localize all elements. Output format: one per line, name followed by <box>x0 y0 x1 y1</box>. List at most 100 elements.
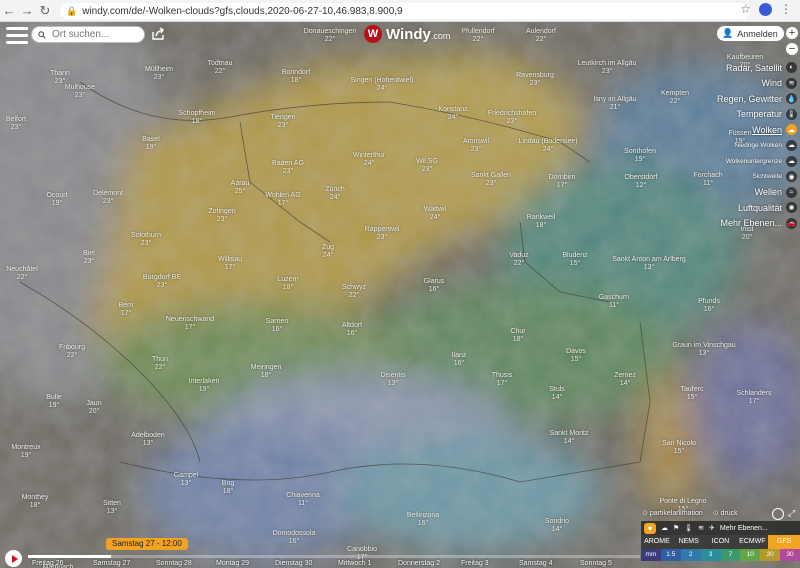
city-label[interactable]: Gaschurn 11° <box>599 294 629 310</box>
layer-item[interactable]: Niedrige Wolken ☁ <box>686 138 800 153</box>
flag-icon[interactable]: ⚑ <box>673 524 679 532</box>
city-label[interactable]: Sondrio 14° <box>545 518 569 534</box>
city-label[interactable]: Interlaken 19° <box>189 378 220 394</box>
city-label[interactable]: Todtnau 22° <box>208 60 233 76</box>
city-label[interactable]: Zug 24° <box>322 244 334 260</box>
city-label[interactable]: Biel 23° <box>83 250 95 266</box>
city-label[interactable]: Pfunds 16° <box>698 298 720 314</box>
layer-item[interactable]: Wolkenuntergrenze ☁ <box>686 154 800 169</box>
timeline-track[interactable] <box>28 555 640 558</box>
cloud-icon[interactable]: ☁ <box>661 524 668 532</box>
city-label[interactable]: Bern 17° <box>119 302 134 318</box>
particle-animation-toggle[interactable]: ⊙ partikelanimation <box>642 509 703 517</box>
city-label[interactable]: Wil SG 23° <box>416 158 438 174</box>
city-label[interactable]: Dornbirn 17° <box>549 174 576 190</box>
city-label[interactable]: Singen (Hohentwiel) 24° <box>350 77 413 93</box>
browser-menu-icon[interactable]: ⋮ <box>780 2 792 16</box>
login-button[interactable]: 👤 Anmelden <box>717 26 784 41</box>
city-label[interactable]: Mulhouse 23° <box>65 84 95 100</box>
city-label[interactable]: Monthey 18° <box>22 494 49 510</box>
wind-icon[interactable]: ≋ <box>698 524 704 532</box>
city-label[interactable]: Zürich 24° <box>325 186 344 202</box>
city-label[interactable]: Sarnen 16° <box>266 318 289 334</box>
favorite-icon[interactable]: ♥ <box>644 522 656 534</box>
city-label[interactable]: Burgdorf BE 23° <box>143 274 181 290</box>
city-label[interactable]: Schlanders 17° <box>736 390 771 406</box>
back-icon[interactable]: ← <box>0 0 18 22</box>
zoom-out-button[interactable]: − <box>786 43 798 55</box>
layer-item[interactable]: Wind ≋ <box>686 76 800 91</box>
layer-item[interactable]: Sichtweite ◉ <box>686 169 800 184</box>
city-label[interactable]: Sankt Gallen 23° <box>471 172 511 188</box>
city-label[interactable]: Ravensburg 23° <box>516 72 554 88</box>
temperature-icon[interactable]: 🌡 <box>684 524 693 532</box>
city-label[interactable]: Thusis 17° <box>492 372 513 388</box>
timeline-day[interactable]: Sonntag 28 <box>156 560 192 567</box>
city-label[interactable]: Basel 19° <box>142 136 160 152</box>
city-label[interactable]: Meiringen 18° <box>251 364 282 380</box>
city-label[interactable]: Vaduz 22° <box>509 252 528 268</box>
bookmark-star-icon[interactable]: ☆ <box>740 2 751 16</box>
reload-icon[interactable]: ↻ <box>36 0 54 22</box>
model-option[interactable]: NEMS <box>673 535 705 549</box>
city-label[interactable]: Aulendorf 22° <box>526 28 556 44</box>
city-label[interactable]: Winterthur 24° <box>353 152 385 168</box>
pressure-toggle[interactable]: ⊙ druck <box>713 509 738 517</box>
city-label[interactable]: Donaueschingen 22° <box>304 28 357 44</box>
city-label[interactable]: Zernez 14° <box>614 372 636 388</box>
city-label[interactable]: Graun im Vinschgau 13° <box>672 342 735 358</box>
city-label[interactable]: Altdorf 16° <box>342 322 362 338</box>
timeline-day[interactable]: Freitag 3 <box>461 560 489 567</box>
share-icon[interactable] <box>151 27 165 41</box>
city-label[interactable]: Wohlen AG 17° <box>265 192 300 208</box>
city-label[interactable]: Aarau 25° <box>231 180 250 196</box>
profile-avatar[interactable] <box>759 2 772 16</box>
city-label[interactable]: Sankt Anton am Arlberg 13° <box>612 256 686 272</box>
city-label[interactable]: Davos 15° <box>566 348 586 364</box>
city-label[interactable]: Amriswil 23° <box>463 138 489 154</box>
city-label[interactable]: Lindau (Bodensee) 24° <box>518 138 577 154</box>
city-label[interactable]: Kempten 22° <box>661 90 689 106</box>
search-box[interactable] <box>31 26 145 43</box>
layer-item[interactable]: Mehr Ebenen... 🚗 <box>686 216 800 231</box>
city-label[interactable]: Wattwil 24° <box>424 206 446 222</box>
timeline-day[interactable]: Donnerstag 2 <box>398 560 440 567</box>
city-label[interactable]: Chur 18° <box>510 328 525 344</box>
menu-icon[interactable] <box>6 27 28 45</box>
forward-icon[interactable]: → <box>18 0 36 22</box>
timeline-day[interactable]: Freitag 26 <box>32 560 64 567</box>
city-label[interactable]: Oberstdorf 12° <box>624 174 657 190</box>
play-button[interactable] <box>5 550 22 567</box>
city-label[interactable]: Baden AG 23° <box>272 160 304 176</box>
city-label[interactable]: Rapperswil 23° <box>365 226 400 242</box>
city-label[interactable]: Fribourg 22° <box>59 344 85 360</box>
city-label[interactable]: Rankweil 18° <box>527 214 555 230</box>
layer-item[interactable]: Wolken ☁ <box>686 122 800 137</box>
city-label[interactable]: Gampel 13° <box>174 472 199 488</box>
more-layers-button[interactable]: Mehr Ebenen... <box>720 525 768 532</box>
timeline-day[interactable]: Montag 29 <box>216 560 249 567</box>
city-label[interactable]: Bulle 19° <box>46 394 62 410</box>
zoom-in-button[interactable]: + <box>786 27 798 39</box>
model-option[interactable]: AROME <box>641 535 673 549</box>
city-label[interactable]: Bludenz 15° <box>562 252 587 268</box>
city-label[interactable]: Leutkirch im Allgäu 23° <box>578 60 637 76</box>
weather-map[interactable]: Donaueschingen 22° Pfullendorf 22° Aulendorf… <box>0 22 800 568</box>
locate-icon[interactable] <box>772 508 784 520</box>
search-input[interactable] <box>50 28 144 41</box>
city-label[interactable]: Konstanz 24° <box>438 106 467 122</box>
city-label[interactable]: Pfullendorf 22° <box>461 28 494 44</box>
layer-item[interactable]: Radar, Satellit ◐ <box>686 60 800 75</box>
city-label[interactable]: Thun 22° <box>152 356 168 372</box>
timeline-day[interactable]: Samstag 27 <box>93 560 130 567</box>
city-label[interactable]: Montreux 19° <box>11 444 40 460</box>
city-label[interactable]: Luzern 18° <box>277 276 298 292</box>
city-label[interactable]: Adelboden 13° <box>131 432 164 448</box>
city-label[interactable]: Sonthofen 19° <box>624 148 656 164</box>
timeline-day[interactable]: Sonntag 5 <box>580 560 612 567</box>
layer-item[interactable]: Wellen ≈ <box>686 185 800 200</box>
city-label[interactable]: San Nicolo 15° <box>662 440 696 456</box>
city-label[interactable]: Brig 18° <box>222 480 234 496</box>
city-label[interactable]: Friedrichshafen 23° <box>488 110 536 126</box>
city-label[interactable]: Ocourt 19° <box>46 192 67 208</box>
